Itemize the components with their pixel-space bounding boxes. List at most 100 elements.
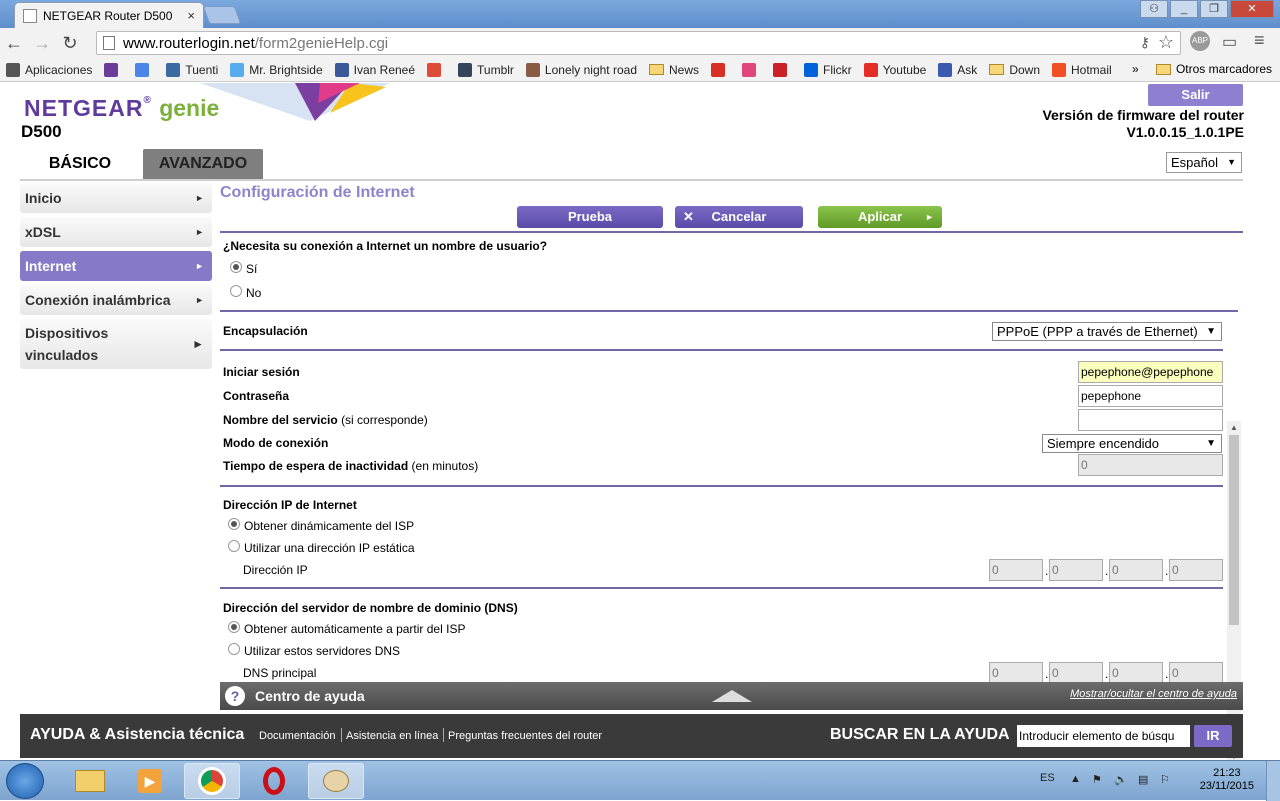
user-icon[interactable]: ⚇ xyxy=(1140,0,1168,18)
reload-icon[interactable]: ↻ xyxy=(56,33,84,54)
bookmark-item[interactable]: Hotmail xyxy=(1052,62,1112,77)
radio-ip-dynamic[interactable] xyxy=(228,518,240,530)
service-label: Nombre del servicio xyxy=(223,413,338,427)
network-icon[interactable]: ▤ xyxy=(1138,773,1148,786)
bookmark-item[interactable]: Aplicaciones xyxy=(6,62,92,77)
dns-octet-input[interactable]: 0 xyxy=(1049,662,1103,684)
bookmark-item[interactable]: Ask xyxy=(938,62,977,77)
url-bar[interactable]: www.routerlogin.net /form2genieHelp.cgi … xyxy=(96,31,1181,55)
bookmark-item[interactable]: Down xyxy=(989,63,1040,77)
bookmark-item[interactable]: Lonely night road xyxy=(525,62,637,77)
key-icon[interactable]: ⚷ xyxy=(1140,34,1150,51)
ip-octet-input[interactable]: 0 xyxy=(1169,559,1223,581)
new-tab-button[interactable] xyxy=(202,6,242,24)
bookmarks-bar: Aplicaciones Tuenti Mr. Brightside Ivan Ren… xyxy=(0,58,1280,82)
sidebar-item-wireless[interactable]: Conexión inalámbrica ► xyxy=(20,285,212,315)
tab-basic[interactable]: BÁSICO xyxy=(20,149,140,179)
security-icon[interactable]: ⚑ xyxy=(1092,773,1102,786)
other-bookmarks[interactable]: Otros marcadores xyxy=(1155,62,1272,76)
language-indicator[interactable]: ES xyxy=(1040,772,1055,784)
back-icon[interactable]: ← xyxy=(0,33,28,54)
start-button[interactable] xyxy=(6,763,44,799)
bookmark-item[interactable] xyxy=(742,62,761,77)
forward-icon[interactable]: → xyxy=(28,33,56,54)
bookmarks-more-icon[interactable]: » xyxy=(1132,62,1139,76)
bookmark-item[interactable]: Mr. Brightside xyxy=(230,62,323,77)
sidebar-item-internet[interactable]: Internet ► xyxy=(20,251,212,281)
faq-link[interactable]: Preguntas frecuentes del router xyxy=(448,730,602,742)
tray-expand-icon[interactable]: ▲ xyxy=(1070,773,1081,785)
ip-octet-input[interactable]: 0 xyxy=(989,559,1043,581)
search-go-button[interactable]: IR xyxy=(1194,725,1232,747)
help-center-bar[interactable]: ? Centro de ayuda Mostrar/ocultar el cen… xyxy=(220,682,1243,710)
bookmark-item[interactable] xyxy=(104,62,123,77)
adblock-icon[interactable]: ABP xyxy=(1190,31,1210,51)
bookmark-star-icon[interactable]: ☆ xyxy=(1158,32,1174,53)
radio-ip-static[interactable] xyxy=(228,540,240,552)
scroll-up-icon[interactable]: ▲ xyxy=(1230,423,1238,432)
radio-no-label: No xyxy=(246,286,262,300)
maximize-icon[interactable]: ❐ xyxy=(1200,0,1228,18)
close-window-icon[interactable]: ✕ xyxy=(1230,0,1274,18)
ip-octet-input[interactable]: 0 xyxy=(1109,559,1163,581)
sidebar-item-attached-devices[interactable]: Dispositivos vinculados ► xyxy=(20,319,212,369)
dns-octet-input[interactable]: 0 xyxy=(989,662,1043,684)
connection-mode-select[interactable]: Siempre encendido ▼ xyxy=(1042,434,1222,453)
opera-icon[interactable] xyxy=(246,763,302,799)
bookmark-label: Youtube xyxy=(882,62,927,77)
dns-octet-input[interactable]: 0 xyxy=(1109,662,1163,684)
radio-yes[interactable] xyxy=(230,261,242,273)
bookmark-item[interactable] xyxy=(135,62,154,77)
cancel-button[interactable]: ✕ Cancelar xyxy=(675,206,803,228)
explorer-icon[interactable] xyxy=(62,763,118,799)
radio-dns-manual[interactable] xyxy=(228,643,240,655)
bookmark-item[interactable] xyxy=(773,62,792,77)
hotmail-icon xyxy=(1052,62,1066,77)
volume-icon[interactable]: 🔈 xyxy=(1114,773,1128,786)
bookmark-item[interactable]: Tumblr xyxy=(458,62,514,77)
show-desktop-button[interactable] xyxy=(1266,761,1280,801)
dns-octet-input[interactable]: 0 xyxy=(1169,662,1223,684)
youtube-icon xyxy=(863,62,878,77)
help-search-input[interactable]: Introducir elemento de búsqu xyxy=(1017,725,1190,747)
action-center-icon[interactable]: ⚐ xyxy=(1160,773,1170,786)
online-support-link[interactable]: Asistencia en línea xyxy=(346,730,438,742)
bookmark-item[interactable]: Flickr xyxy=(804,62,852,77)
bookmark-item[interactable]: Ivan Reneé xyxy=(334,62,415,77)
logout-button[interactable]: Salir xyxy=(1148,84,1243,106)
minimize-icon[interactable]: _ xyxy=(1170,0,1198,18)
apply-label: Aplicar xyxy=(857,209,903,224)
close-tab-icon[interactable]: × xyxy=(187,8,195,23)
docs-link[interactable]: Documentación xyxy=(259,730,335,742)
tab-advanced[interactable]: AVANZADO xyxy=(143,149,263,179)
bookmark-item[interactable]: Youtube xyxy=(863,62,927,77)
sidebar-item-xdsl[interactable]: xDSL ► xyxy=(20,217,212,247)
chrome-icon[interactable] xyxy=(184,763,240,799)
password-input[interactable]: pepephone xyxy=(1078,385,1223,407)
scroll-thumb[interactable] xyxy=(1229,435,1239,625)
paint-icon[interactable] xyxy=(308,763,364,799)
sidebar-item-inicio[interactable]: Inicio ► xyxy=(20,183,212,213)
media-player-icon[interactable]: ▶ xyxy=(122,763,178,799)
bookmark-item[interactable]: Tuenti xyxy=(166,62,218,77)
radio-no[interactable] xyxy=(230,285,242,297)
browser-tab[interactable]: NETGEAR Router D500 × xyxy=(14,2,204,28)
login-input[interactable]: pepephone@pepephone xyxy=(1078,361,1223,383)
test-button[interactable]: Prueba xyxy=(517,206,663,228)
clock[interactable]: 21:23 23/11/2015 xyxy=(1200,767,1254,793)
encapsulation-select[interactable]: PPPoE (PPP a través de Ethernet) ▼ xyxy=(992,322,1222,341)
url-path: /form2genieHelp.cgi xyxy=(254,34,389,52)
menu-icon[interactable]: ≡ xyxy=(1254,30,1265,51)
help-toggle-link[interactable]: Mostrar/ocultar el centro de ayuda xyxy=(1070,688,1237,700)
bookmark-item[interactable] xyxy=(427,62,446,77)
service-input[interactable] xyxy=(1078,409,1223,431)
bookmark-item[interactable]: News xyxy=(649,63,699,77)
language-select[interactable]: Español xyxy=(1166,152,1242,173)
cast-icon[interactable]: ▭ xyxy=(1222,32,1237,52)
radio-dns-auto[interactable] xyxy=(228,621,240,633)
ip-octet-input[interactable]: 0 xyxy=(1049,559,1103,581)
apply-button[interactable]: Aplicar ► xyxy=(818,206,942,228)
expand-up-icon[interactable] xyxy=(712,690,752,702)
bookmark-item[interactable] xyxy=(711,62,730,77)
idle-timeout-input[interactable]: 0 xyxy=(1078,454,1223,476)
